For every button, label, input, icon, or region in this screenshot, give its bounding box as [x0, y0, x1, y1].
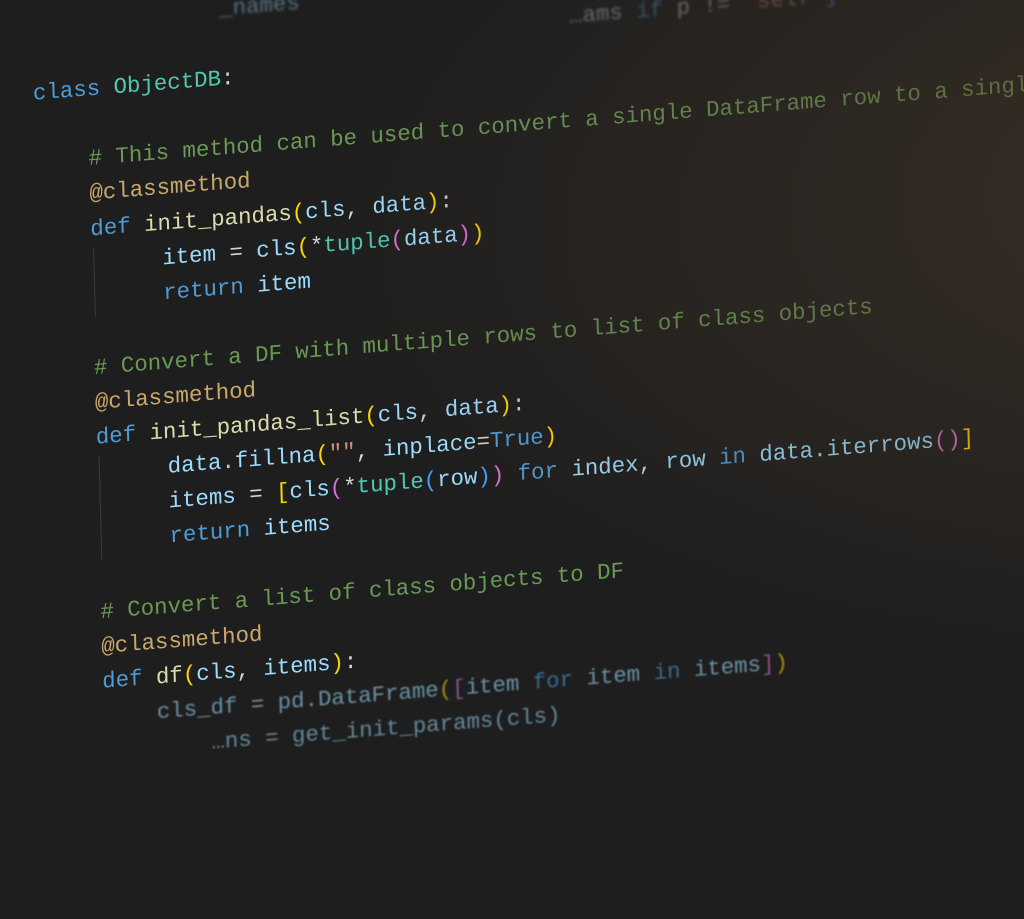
paren-icon: ): [774, 650, 788, 677]
bracket-icon: [: [452, 675, 466, 702]
code-token: :: [221, 66, 235, 93]
paren-icon: ): [457, 221, 471, 248]
code-token: *: [310, 233, 324, 260]
variable: item: [162, 240, 230, 271]
variable: items: [694, 652, 762, 683]
paren-icon: ): [543, 424, 557, 451]
code-token: =: [249, 481, 277, 509]
paren-icon: ): [491, 463, 505, 490]
keyword: def: [102, 666, 143, 695]
paren-icon: (: [364, 403, 378, 430]
param: items: [263, 651, 331, 682]
code-token: if: [636, 0, 664, 25]
param: cls: [305, 196, 346, 225]
code-token: 'self': [743, 0, 824, 16]
keyword: return: [169, 518, 250, 550]
constant: True: [490, 425, 544, 455]
variable: item: [465, 671, 519, 701]
param: cls: [377, 400, 418, 429]
variable: items: [168, 483, 249, 515]
builtin: tuple: [356, 469, 424, 500]
code-token: :: [439, 188, 453, 215]
variable: data: [404, 223, 458, 253]
param: data: [445, 394, 499, 424]
variable: items: [250, 512, 331, 544]
paren-icon: (: [291, 200, 305, 227]
param: cls: [196, 659, 237, 688]
code-token: =: [476, 429, 490, 456]
keyword: def: [96, 422, 137, 451]
bracket-icon: [: [276, 480, 290, 507]
function-name: df: [142, 663, 183, 692]
code-token: …ams: [569, 0, 637, 30]
code-token: p: [663, 0, 704, 23]
code-token: ,: [236, 656, 264, 684]
code-token: *: [343, 475, 357, 502]
variable: item: [586, 662, 640, 692]
paren-icon: ): [426, 189, 440, 216]
code-token: ,: [638, 450, 666, 478]
string: "": [329, 440, 357, 468]
keyword: def: [90, 213, 131, 242]
code-token: ,: [418, 398, 446, 426]
bracket-icon: ]: [824, 0, 838, 10]
code-token: =: [250, 690, 278, 718]
paren-icon: (: [423, 468, 437, 495]
keyword: in: [653, 658, 681, 686]
paren-icon: (: [390, 227, 404, 254]
keyword: for: [532, 667, 573, 696]
paren-icon: ): [477, 464, 491, 491]
variable: item: [243, 269, 311, 300]
code-token: _names: [219, 0, 300, 23]
kwarg: inplace: [382, 430, 477, 463]
keyword: in: [719, 444, 747, 472]
code-token: :: [344, 649, 358, 676]
variable: row: [665, 447, 706, 476]
keyword: for: [517, 459, 558, 488]
paren-icon: (: [438, 676, 452, 703]
code-token: ,: [355, 438, 383, 466]
paren-icon: (: [329, 476, 343, 503]
paren-icon: (: [296, 234, 310, 261]
code-token: =: [229, 238, 257, 266]
bracket-icon: ]: [761, 651, 775, 678]
paren-icon: (): [934, 427, 962, 455]
paren-icon: (: [315, 442, 329, 469]
variable: cls: [256, 235, 297, 264]
variable: cls_df: [157, 692, 252, 725]
bracket-icon: ]: [960, 426, 974, 453]
paren-icon: ): [498, 393, 512, 420]
code-token: ,: [345, 194, 373, 222]
variable: row: [437, 465, 478, 494]
variable: cls: [289, 477, 330, 506]
param: data: [372, 190, 426, 220]
paren-icon: (: [182, 662, 196, 689]
code-token: !=: [703, 0, 731, 19]
class-name: ObjectDB: [100, 67, 221, 102]
builtin: tuple: [323, 228, 391, 259]
paren-icon: ): [330, 650, 344, 677]
keyword: class: [33, 76, 101, 107]
keyword: return: [163, 274, 244, 306]
variable: index: [558, 452, 639, 484]
code-editor-viewport[interactable]: _names __init__).parameters …ams if p !=…: [0, 0, 1024, 715]
paren-icon: ): [471, 220, 485, 247]
code-token: :: [512, 392, 526, 419]
